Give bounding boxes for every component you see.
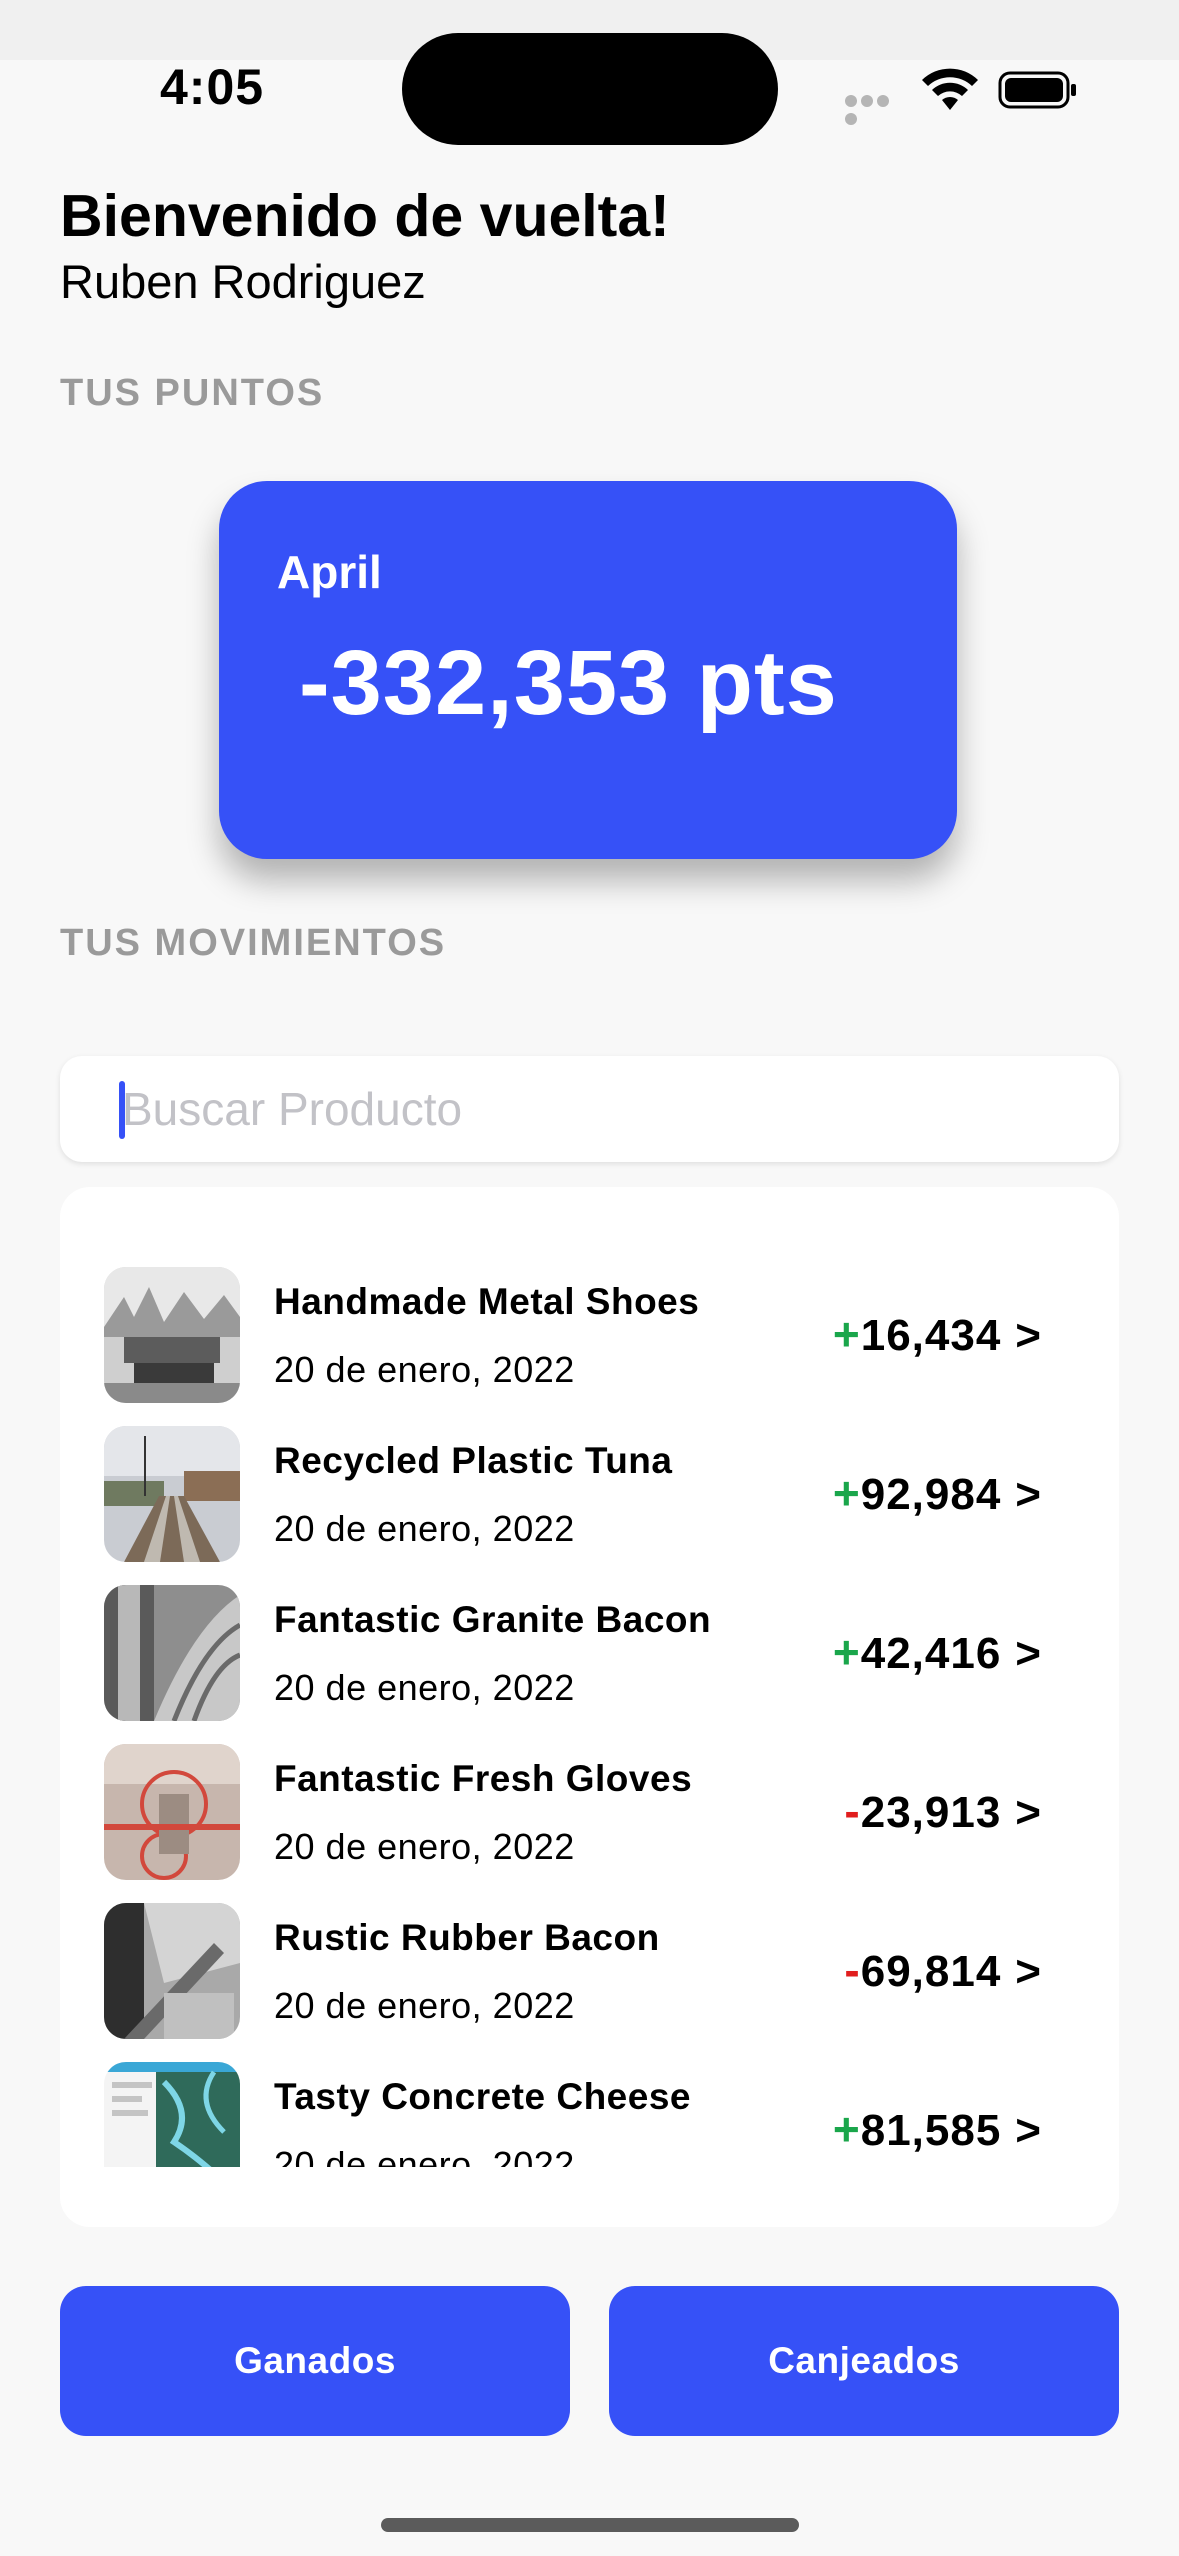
chevron-right-icon: > [1015,1311,1042,1360]
item-date: 20 de enero, 2022 [274,1349,575,1390]
list-item[interactable]: Rustic Rubber Bacon 20 de enero, 2022 -6… [60,1903,1119,2039]
movements-list[interactable]: Handmade Metal Shoes 20 de enero, 2022 +… [60,1187,1119,2227]
item-amount: -69,814 > [844,1943,1042,1997]
sign-minus: - [844,1944,861,1996]
chevron-right-icon: > [1015,1470,1042,1519]
product-thumbnail [104,1585,240,1721]
sign-plus: + [832,1308,861,1360]
product-thumbnail [104,1267,240,1403]
chevron-right-icon: > [1015,1788,1042,1837]
amount-value: 69,814 [860,1947,1002,1996]
item-date: 20 de enero, 2022 [274,1826,575,1867]
home-indicator[interactable] [381,2518,799,2532]
movements-list-viewport[interactable]: Handmade Metal Shoes 20 de enero, 2022 +… [60,1187,1119,2167]
item-amount: +42,416 > [833,1625,1042,1679]
item-amount: +81,585 > [833,2102,1042,2156]
search-box[interactable] [60,1056,1119,1162]
item-date: 20 de enero, 2022 [274,1985,575,2026]
amount-value: 23,913 [860,1788,1002,1837]
sign-minus: - [844,1785,861,1837]
item-name: Rustic Rubber Bacon [274,1917,660,1958]
cellular-signal-icon [845,94,905,125]
item-name: Handmade Metal Shoes [274,1281,700,1322]
redeemed-button[interactable]: Canjeados [609,2286,1119,2436]
points-section-label: TUS PUNTOS [60,372,325,414]
item-name: Recycled Plastic Tuna [274,1440,673,1481]
list-item[interactable]: Recycled Plastic Tuna 20 de enero, 2022 … [60,1426,1119,1562]
amount-value: 92,984 [860,1470,1002,1519]
product-thumbnail [104,1426,240,1562]
product-thumbnail [104,1903,240,2039]
movements-section-label: TUS MOVIMIENTOS [60,922,447,964]
amount-value: 81,585 [860,2106,1002,2155]
list-item[interactable]: Handmade Metal Shoes 20 de enero, 2022 +… [60,1267,1119,1403]
welcome-title: Bienvenido de vuelta! [60,183,670,249]
item-amount: +16,434 > [833,1307,1042,1361]
battery-icon [998,70,1078,110]
list-item[interactable]: Tasty Concrete Cheese 20 de enero, 2022 … [60,2062,1119,2167]
item-amount: +92,984 > [833,1466,1042,1520]
product-thumbnail [104,2062,240,2167]
item-date: 20 de enero, 2022 [274,1667,575,1708]
status-time: 4:05 [160,59,265,115]
points-value: -332,353 pts [299,632,838,734]
chevron-right-icon: > [1015,2106,1042,2155]
search-input[interactable] [122,1076,1082,1142]
sign-plus: + [832,1467,861,1519]
product-thumbnail [104,1744,240,1880]
sign-plus: + [832,2103,861,2155]
points-card: April -332,353 pts [219,481,957,859]
dynamic-island [402,33,778,145]
item-date: 20 de enero, 2022 [274,2144,575,2167]
item-amount: -23,913 > [844,1784,1042,1838]
chevron-right-icon: > [1015,1947,1042,1996]
list-item[interactable]: Fantastic Fresh Gloves 20 de enero, 2022… [60,1744,1119,1880]
amount-value: 42,416 [860,1629,1002,1678]
item-date: 20 de enero, 2022 [274,1508,575,1549]
earned-button[interactable]: Ganados [60,2286,570,2436]
amount-value: 16,434 [860,1311,1002,1360]
wifi-icon [920,64,980,114]
points-month: April [277,546,382,598]
list-item[interactable]: Fantastic Granite Bacon 20 de enero, 202… [60,1585,1119,1721]
user-name: Ruben Rodriguez [60,255,426,308]
chevron-right-icon: > [1015,1629,1042,1678]
sign-plus: + [832,1626,861,1678]
item-name: Fantastic Granite Bacon [274,1599,712,1640]
item-name: Fantastic Fresh Gloves [274,1758,693,1799]
item-name: Tasty Concrete Cheese [274,2076,691,2117]
